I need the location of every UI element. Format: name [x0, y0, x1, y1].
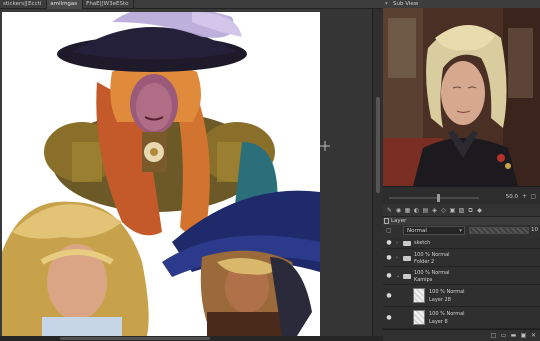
- eye-icon[interactable]: ●: [385, 293, 393, 299]
- zoom-slider[interactable]: [389, 197, 479, 199]
- layer-list: ● › sketch ● › 100 % Normal Folder 2 ● ⌄…: [383, 237, 540, 329]
- opacity-value[interactable]: 10: [531, 226, 538, 235]
- transparency-lock-icon[interactable]: ▧: [458, 207, 465, 214]
- right-panel: ▾ Sub View 50.0 + ▢ ✎ ◉ ▦ ◐ ▤ ◈ ◇ ▣ ▧ ⧉ …: [383, 0, 540, 341]
- document-tab-1[interactable]: stickers|[Eccti: [0, 0, 48, 9]
- subview-controls: 50.0 + ▢: [383, 186, 540, 204]
- subview-reference-image[interactable]: [383, 8, 540, 186]
- folder-icon: [403, 274, 411, 279]
- blend-mode-row: ▢ Normal ▾ 10: [383, 225, 540, 236]
- collapse-icon[interactable]: ▾: [385, 0, 388, 8]
- folder-icon: [403, 241, 411, 246]
- grid-icon[interactable]: ▦: [404, 207, 411, 214]
- blend-mode-value: Normal: [407, 228, 427, 234]
- layer-name: Layer 8: [429, 319, 448, 325]
- layer-name: sketch: [414, 240, 431, 246]
- layer-thumbnail: [413, 310, 425, 325]
- layer-toolbar: ✎ ◉ ▦ ◐ ▤ ◈ ◇ ▣ ▧ ⧉ ◆: [383, 205, 540, 216]
- eye-icon[interactable]: ●: [385, 240, 393, 246]
- layer-row-kamips[interactable]: ● ⌄ 100 % Normal Kamips: [383, 267, 540, 285]
- zoom-slider-handle[interactable]: [437, 194, 440, 202]
- drawing-canvas[interactable]: [2, 12, 320, 336]
- layer-panel-bottom-toolbar: □ ▭ ▬ ▣ ✕: [383, 329, 540, 341]
- artwork-illustration: [2, 12, 320, 336]
- reference-photo: [383, 8, 540, 186]
- document-tab-bar: stickers|[Eccti amilmgas FhaE|[W3eESto: [0, 0, 383, 9]
- layer-blend-info: 100 % Normal: [429, 289, 465, 295]
- layer-name: Kamips: [414, 277, 433, 283]
- layer-row-sketch[interactable]: ● › sketch: [383, 237, 540, 249]
- zoom-in-icon[interactable]: +: [521, 193, 528, 200]
- clip-icon[interactable]: ⧉: [467, 207, 474, 214]
- delete-icon[interactable]: ✕: [530, 332, 537, 339]
- crosshair-icon: [320, 136, 330, 151]
- ruler-icon[interactable]: ▤: [422, 207, 429, 214]
- layer-blend-info: 100 % Normal: [414, 270, 450, 276]
- new-vector-layer-icon[interactable]: ▭: [500, 332, 507, 339]
- layer-color-icon[interactable]: ◆: [476, 207, 483, 214]
- mask-icon[interactable]: ▣: [520, 332, 527, 339]
- eye-icon[interactable]: ●: [385, 273, 393, 279]
- canvas-area[interactable]: [0, 9, 372, 336]
- canvas-margin: [320, 9, 372, 336]
- layer-tab-label: Layer: [391, 218, 407, 224]
- draft-icon[interactable]: ◇: [440, 207, 447, 214]
- app-window: stickers|[Eccti amilmgas FhaE|[W3eESto ▾…: [0, 0, 540, 341]
- new-folder-icon[interactable]: ▬: [510, 332, 517, 339]
- horizontal-scroll-thumb[interactable]: [60, 337, 210, 340]
- folder-icon: [403, 256, 411, 261]
- canvas-horizontal-scrollbar[interactable]: [0, 336, 383, 341]
- lock-icon[interactable]: ▣: [449, 207, 456, 214]
- layers-icon: [384, 218, 389, 224]
- layer-panel-tab[interactable]: Layer: [383, 216, 540, 225]
- layer-row-layer-28[interactable]: ● 100 % Normal Layer 28: [383, 285, 540, 307]
- document-tab-3[interactable]: FhaE|[W3eESto: [83, 0, 135, 9]
- expand-icon[interactable]: ›: [396, 255, 398, 261]
- eye-icon[interactable]: ●: [385, 255, 393, 261]
- pen-icon[interactable]: ✎: [386, 207, 393, 214]
- blend-mode-select[interactable]: Normal ▾: [403, 226, 465, 235]
- layer-thumbnail: [413, 288, 425, 303]
- layer-row-folder-2[interactable]: ● › 100 % Normal Folder 2: [383, 249, 540, 267]
- subview-header[interactable]: ▾ Sub View: [383, 0, 540, 8]
- zoom-value[interactable]: 50.0: [506, 194, 518, 200]
- document-tab-2[interactable]: amilmgas: [47, 0, 84, 9]
- mask-icon[interactable]: ◐: [413, 207, 420, 214]
- reference-icon[interactable]: ◈: [431, 207, 438, 214]
- layer-row-layer-8[interactable]: ● 100 % Normal Layer 8: [383, 307, 540, 329]
- subview-title: Sub View: [393, 1, 419, 7]
- lock-icon[interactable]: ▢: [386, 227, 393, 234]
- fit-view-icon[interactable]: ▢: [530, 193, 537, 200]
- layer-name: Layer 28: [429, 297, 451, 303]
- layer-blend-info: 100 % Normal: [429, 311, 465, 317]
- collapse-icon[interactable]: ⌄: [396, 273, 400, 279]
- opacity-slider[interactable]: [469, 227, 529, 234]
- eye-icon[interactable]: ●: [385, 315, 393, 321]
- chevron-down-icon: ▾: [459, 228, 462, 234]
- vertical-scroll-thumb[interactable]: [376, 97, 380, 193]
- palette-icon[interactable]: ◉: [395, 207, 402, 214]
- layer-blend-info: 100 % Normal: [414, 252, 450, 258]
- canvas-vertical-scrollbar[interactable]: [372, 9, 383, 336]
- new-layer-icon[interactable]: □: [490, 332, 497, 339]
- layer-name: Folder 2: [414, 259, 435, 265]
- expand-icon[interactable]: ›: [396, 240, 398, 246]
